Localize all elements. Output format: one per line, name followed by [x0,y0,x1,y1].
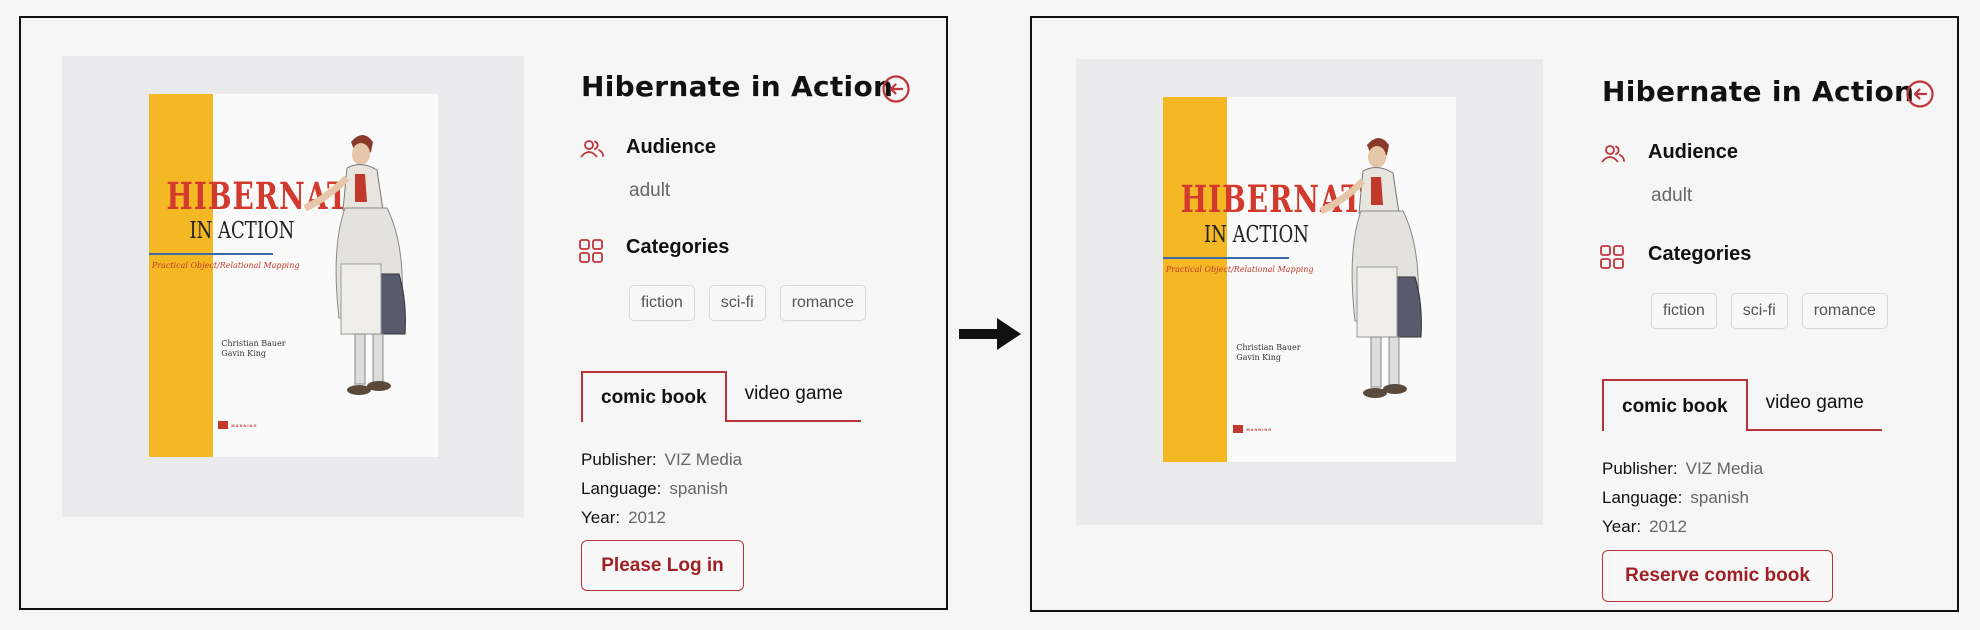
manning-logo: MANNING [218,421,257,429]
tab-video-game[interactable]: video game [1747,379,1882,431]
right-arrow-icon [959,318,1021,350]
back-arrow-icon[interactable] [1905,79,1935,109]
cover-author-2: Gavin King [1236,353,1281,362]
category-chip: sci-fi [1730,293,1788,329]
users-icon [1601,145,1625,163]
manning-logo-text: MANNING [231,422,258,428]
book-title: Hibernate in Action [1602,75,1915,108]
cover-tagline: Practical Object/Relational Mapping [151,261,300,270]
year-row: Year: 2012 [581,508,666,528]
cover-illustration [1319,138,1422,398]
audience-value: adult [629,180,671,201]
tab-comic-book[interactable]: comic book [1602,379,1748,431]
year-label: Year: [581,508,621,527]
grid-icon [579,239,603,263]
publisher-value: VIZ Media [1685,459,1764,478]
audience-label: Audience [1648,141,1739,163]
tab-comic-book[interactable]: comic book [581,371,727,422]
manning-logo: MANNING [1233,425,1272,433]
book-cover-image: HIBERNATE IN ACTION Practical Object/Rel… [149,94,438,457]
language-label: Language: [1602,488,1683,507]
reserve-button[interactable]: Reserve comic book [1602,550,1833,602]
login-button[interactable]: Please Log in [581,540,744,591]
book-cover-image: HIBERNATE IN ACTION Practical Object/Rel… [1163,97,1456,462]
language-label: Language: [581,479,662,498]
audience-value: adult [1651,185,1693,206]
year-row: Year: 2012 [1602,517,1687,537]
publisher-label: Publisher: [581,450,657,469]
manning-logo-text: MANNING [1246,426,1273,432]
cover-background: HIBERNATE IN ACTION Practical Object/Rel… [1076,59,1543,525]
cover-rule [1163,257,1289,259]
cover-title-line2: IN ACTION [189,217,295,245]
book-title: Hibernate in Action [581,70,894,103]
book-detail-panel-logged-in: HIBERNATE IN ACTION Practical Object/Rel… [1030,16,1959,612]
cover-rule [149,253,274,255]
category-chip: romance [779,285,866,321]
cover-illustration [303,135,406,395]
publisher-value: VIZ Media [664,450,743,469]
category-chips: fiction sci-fi romance [1651,293,1888,329]
categories-label: Categories [626,236,730,258]
manning-logo-mark [218,421,229,429]
publisher-row: Publisher: VIZ Media [581,450,742,470]
publisher-row: Publisher: VIZ Media [1602,459,1763,479]
audience-label: Audience [626,136,717,158]
category-chip: fiction [1651,293,1717,329]
grid-icon [1600,245,1624,269]
back-arrow-icon[interactable] [881,74,911,104]
cover-author-1: Christian Bauer [1236,343,1301,352]
year-value: 2012 [628,508,666,527]
book-detail-panel-logged-out: HIBERNATE IN ACTION Practical Object/Rel… [19,16,948,610]
language-row: Language: spanish [1602,488,1749,508]
tab-video-game[interactable]: video game [726,371,861,422]
publisher-label: Publisher: [1602,459,1678,478]
category-chips: fiction sci-fi romance [629,285,866,321]
cover-spine [149,94,213,457]
year-value: 2012 [1649,517,1687,536]
category-chip: fiction [629,285,695,321]
categories-label: Categories [1648,243,1752,265]
cover-tagline: Practical Object/Relational Mapping [1165,265,1314,274]
language-value: spanish [669,479,728,498]
cover-author-2: Gavin King [221,349,266,358]
cover-authors: Christian Bauer Gavin King [1236,343,1300,363]
cover-spine [1163,97,1228,462]
category-chip: romance [1801,293,1888,329]
users-icon [580,140,604,158]
media-type-tabs: comic book video game [1602,379,1882,431]
category-chip: sci-fi [708,285,766,321]
manning-logo-mark [1233,425,1244,433]
cover-title-line2: IN ACTION [1204,221,1309,249]
cover-authors: Christian Bauer Gavin King [221,339,285,359]
cover-background: HIBERNATE IN ACTION Practical Object/Rel… [62,56,524,517]
cover-author-1: Christian Bauer [221,339,286,348]
language-value: spanish [1690,488,1749,507]
media-type-tabs: comic book video game [581,371,861,422]
language-row: Language: spanish [581,479,728,499]
year-label: Year: [1602,517,1642,536]
